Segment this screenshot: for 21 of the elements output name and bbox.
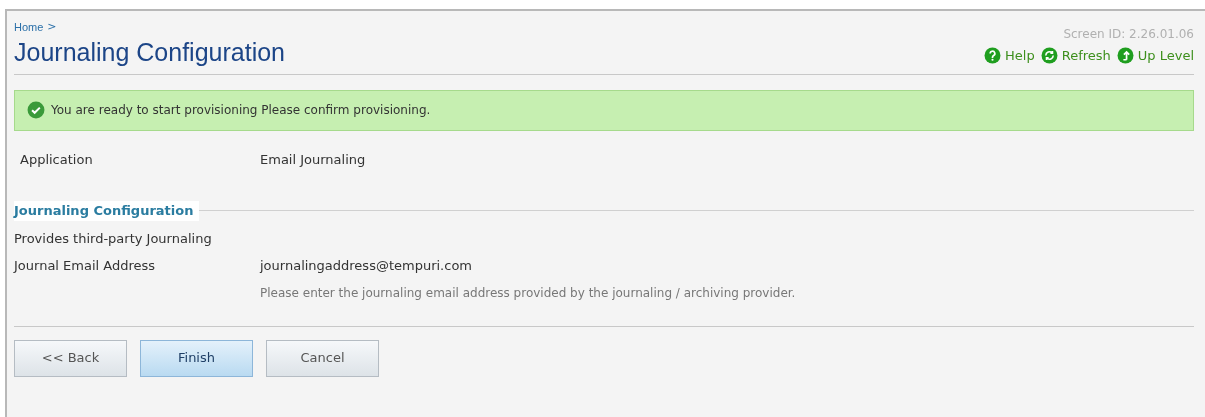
field-value: journalingaddress@tempuri.com <box>260 257 474 275</box>
toolbar-link[interactable]: Up Level <box>1116 46 1194 66</box>
field-value: Email Journaling <box>260 150 366 169</box>
action-button[interactable]: Finish <box>140 339 253 377</box>
field-label: Application <box>19 150 94 169</box>
success-message: You are ready to start provisioning Please confirm provisioning. <box>14 89 1194 131</box>
breadcrumb-link[interactable]: Home <box>14 19 44 36</box>
help-icon <box>984 47 1002 65</box>
page-title: Journaling Configuration <box>14 36 285 68</box>
toolbar-link[interactable]: Refresh <box>1040 46 1111 66</box>
action-button[interactable]: Cancel <box>266 339 379 377</box>
section-description: Provides third-party Journaling <box>14 229 213 248</box>
refresh-icon <box>1040 47 1058 65</box>
section-title: Journaling Configuration <box>14 201 200 221</box>
breadcrumb-separator: > <box>47 19 57 35</box>
screen-id: Screen ID: 2.26.01.06 <box>1063 26 1194 43</box>
field-label: Journal Email Address <box>14 257 157 275</box>
check-icon <box>27 101 45 119</box>
field-hint: Please enter the journaling email address provided by the journaling / archiving provider. <box>260 284 796 302</box>
action-button[interactable]: << Back <box>14 339 127 377</box>
toolbar-link[interactable]: Help <box>984 46 1035 66</box>
